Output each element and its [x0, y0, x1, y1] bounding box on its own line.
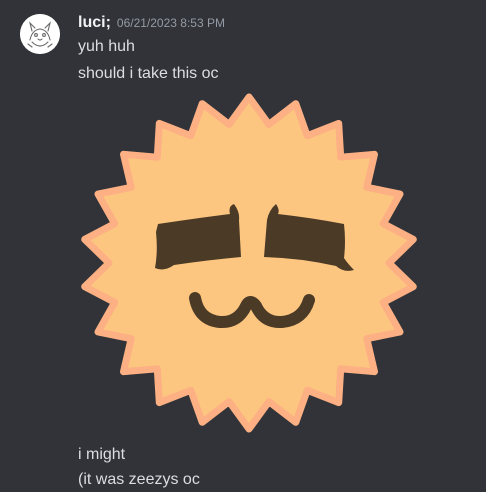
message-text: should i take this oc	[78, 65, 219, 82]
message-text: i might	[78, 446, 126, 463]
sun-body	[81, 93, 417, 433]
username[interactable]: luci;	[78, 14, 111, 31]
image-attachment[interactable]	[78, 92, 420, 434]
message-group: luci; 06/21/2023 8:53 PM yuh huh should i…	[0, 0, 486, 492]
timestamp: 06/21/2023 8:53 PM	[116, 16, 225, 30]
sketch-avatar-icon	[20, 14, 60, 54]
message-text: (it was zeezys oc	[78, 471, 200, 488]
user-avatar[interactable]	[20, 14, 60, 54]
oc-sun-face-image	[81, 93, 417, 433]
message-header: luci; 06/21/2023 8:53 PM	[78, 14, 225, 36]
chat-area: luci; 06/21/2023 8:53 PM yuh huh should i…	[0, 0, 486, 492]
message-text: yuh huh	[78, 38, 135, 55]
